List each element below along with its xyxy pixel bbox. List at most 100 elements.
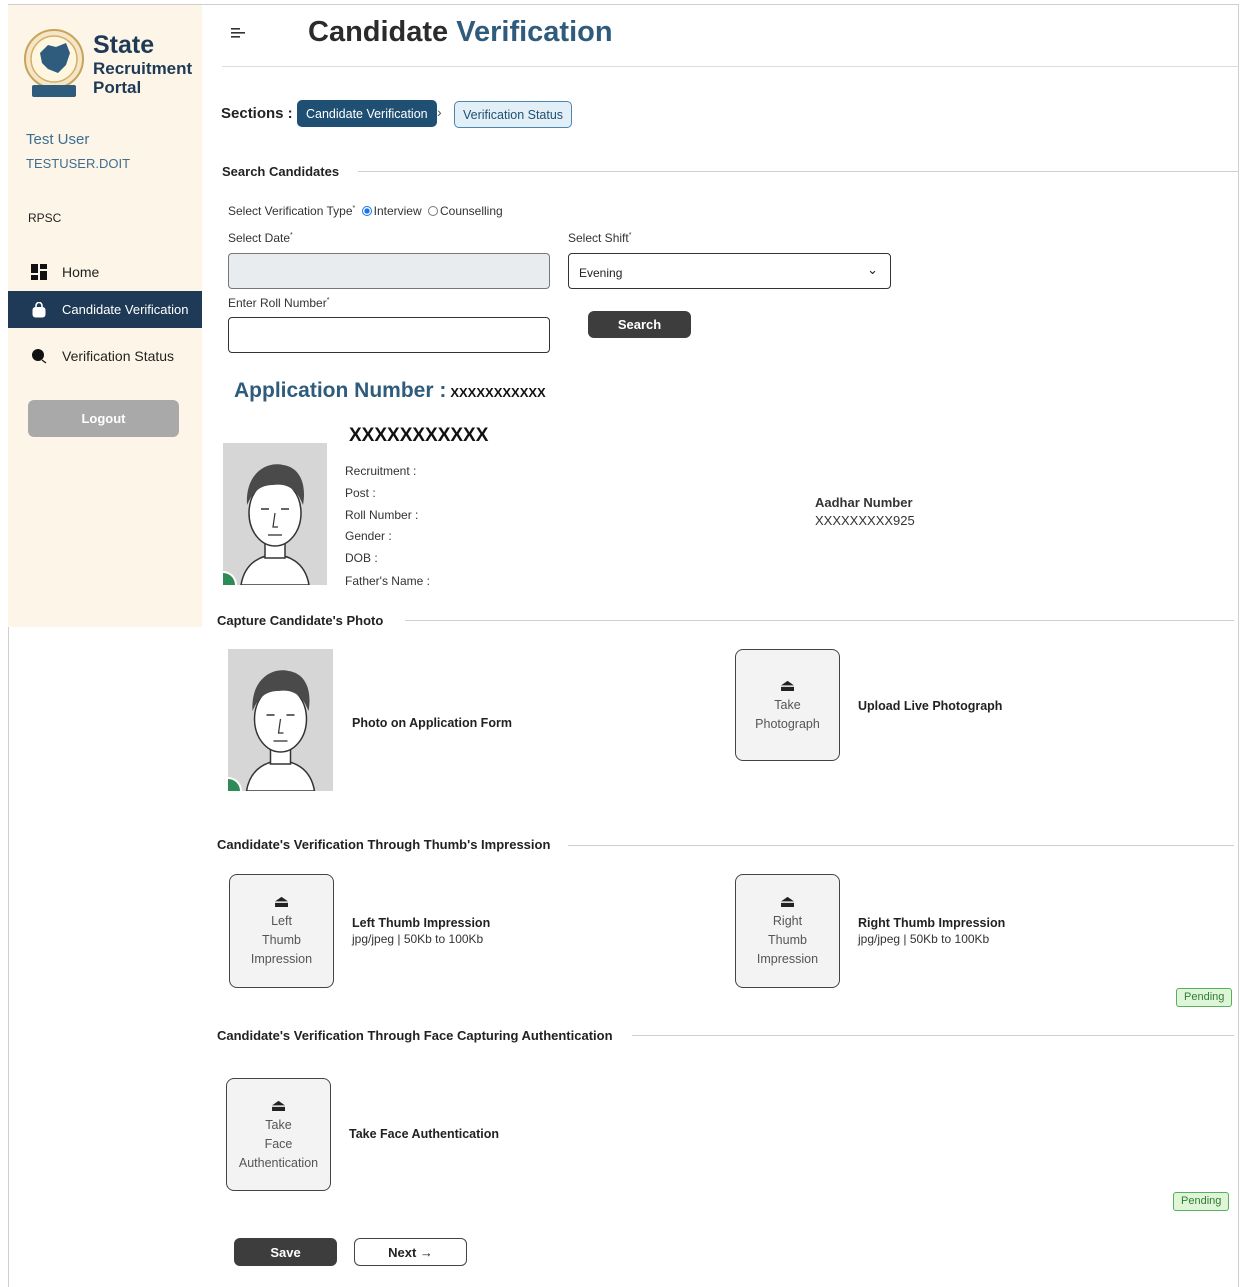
take-face-authentication-button[interactable]: ⏏ Take Face Authentication: [226, 1078, 331, 1191]
option-counselling-label: Counselling: [439, 204, 503, 218]
right-thumb-upload-button[interactable]: ⏏ Right Thumb Impression: [735, 874, 840, 988]
bag-icon: [30, 301, 48, 319]
field-fathers-name: Father's Name :: [345, 574, 430, 588]
right-thumb-line3: Impression: [756, 952, 819, 966]
sidebar-item-label: Verification Status: [62, 347, 175, 364]
left-thumb-format: jpg/jpeg | 50Kb to 100Kb: [352, 932, 484, 946]
take-photograph-button[interactable]: ⏏ Take Photograph: [735, 649, 840, 761]
section-divider: [568, 845, 1234, 846]
upload-live-photo-label: Upload Live Photograph: [858, 699, 1003, 713]
next-button[interactable]: Next →: [354, 1238, 467, 1266]
page-title-part1: Candidate: [308, 16, 449, 48]
brand-line-3: Portal: [93, 78, 142, 97]
field-gender: Gender :: [345, 529, 392, 543]
field-recruitment: Recruitment :: [345, 464, 417, 478]
left-thumb-upload-button[interactable]: ⏏ Left Thumb Impression: [229, 874, 334, 988]
state-emblem-logo: [22, 23, 86, 103]
brand-line-2: Recruitment: [93, 59, 193, 78]
aadhar-value: XXXXXXXXX925: [815, 513, 915, 528]
shift-label: Select Shift: [568, 231, 629, 245]
brand-line-1: State: [93, 31, 155, 59]
application-number-value: XXXXXXXXXXX: [450, 385, 546, 400]
take-photograph-line2: Photograph: [755, 716, 820, 731]
radio-counselling[interactable]: [427, 206, 438, 216]
roll-label-row: Enter Roll Number*: [228, 296, 329, 310]
right-thumb-line1: Right: [772, 914, 803, 928]
verification-type-row: Select Verification Type* Interview Coun…: [228, 204, 503, 218]
face-authentication-label: Take Face Authentication: [349, 1127, 500, 1141]
upload-icon: ⏏: [273, 892, 290, 911]
shift-select-value: Evening: [579, 266, 623, 280]
section-divider: [632, 1035, 1234, 1036]
option-interview-label: Interview: [373, 204, 422, 218]
candidate-name: XXXXXXXXXXX: [349, 425, 489, 446]
left-thumb-line3: Impression: [250, 952, 313, 966]
shift-select[interactable]: Evening ⌄: [568, 253, 891, 289]
verification-type-label: Select Verification Type: [228, 204, 353, 218]
section-tab-verification-status[interactable]: Verification Status: [454, 101, 573, 128]
user-name: Test User: [26, 131, 90, 148]
field-roll-number: Roll Number :: [345, 508, 419, 522]
page-title-part2: Verification: [456, 16, 613, 48]
field-post: Post :: [345, 486, 376, 500]
take-photograph-line1: Take: [774, 697, 801, 712]
application-form-photo: [228, 649, 333, 791]
status-icon: [30, 347, 48, 365]
roll-number-label: Enter Roll Number: [228, 296, 327, 310]
roll-number-input[interactable]: [228, 317, 550, 353]
right-thumb-line2: Thumb: [768, 933, 807, 947]
section-divider: [358, 171, 1239, 172]
right-thumb-format: jpg/jpeg | 50Kb to 100Kb: [858, 932, 990, 946]
dashboard-icon: [30, 263, 48, 281]
brand-title: State Recruitment Portal: [93, 31, 193, 97]
face-button-line2: Face: [264, 1136, 293, 1151]
capture-photo-heading: Capture Candidate's Photo: [217, 613, 384, 628]
save-button[interactable]: Save: [234, 1238, 337, 1266]
upload-icon: ⏏: [270, 1095, 287, 1115]
radio-interview[interactable]: [361, 206, 372, 216]
date-input[interactable]: [228, 253, 550, 289]
date-label: Select Date: [228, 231, 291, 245]
aadhar-label: Aadhar Number: [815, 495, 913, 510]
sidebar-item-home[interactable]: Home: [8, 253, 202, 290]
field-dob: DOB :: [345, 551, 378, 565]
face-verification-heading: Candidate's Verification Through Face Ca…: [217, 1028, 613, 1043]
application-number-label: Application Number :: [234, 379, 447, 402]
section-divider: [405, 620, 1234, 621]
search-button[interactable]: Search: [588, 311, 691, 338]
menu-toggle-icon[interactable]: [231, 25, 245, 42]
sections-label: Sections :: [221, 105, 293, 122]
sidebar-item-candidate-verification[interactable]: Candidate Verification: [8, 291, 202, 328]
upload-icon: ⏏: [779, 675, 796, 695]
logout-button[interactable]: Logout: [28, 400, 179, 437]
page-title: Candidate Verification: [308, 16, 613, 49]
chevron-down-icon: ⌄: [867, 262, 878, 277]
sidebar-item-label: Candidate Verification: [62, 302, 189, 317]
thumb-verification-heading: Candidate's Verification Through Thumb's…: [217, 837, 551, 852]
required-mark: *: [290, 232, 293, 239]
candidate-photo: [223, 443, 327, 585]
sidebar-item-label: Home: [62, 263, 100, 280]
left-thumb-label: Left Thumb Impression: [352, 916, 491, 930]
section-tab-candidate-verification[interactable]: Candidate Verification: [297, 100, 437, 127]
date-label-row: Select Date*: [228, 231, 293, 245]
organization-label: RPSC: [28, 211, 62, 225]
required-mark: *: [352, 205, 356, 212]
left-thumb-line1: Left: [271, 914, 292, 928]
chevron-right-icon: ›: [437, 104, 442, 120]
user-id: TESTUSER.DOIT: [26, 156, 131, 171]
face-button-line1: Take: [265, 1117, 292, 1132]
upload-icon: ⏏: [779, 892, 796, 911]
required-mark: *: [628, 232, 632, 239]
right-thumb-label: Right Thumb Impression: [858, 916, 1006, 930]
sidebar-item-verification-status[interactable]: Verification Status: [8, 337, 202, 374]
thumb-status-badge: Pending: [1176, 988, 1233, 1007]
search-candidates-heading: Search Candidates: [222, 164, 340, 179]
required-mark: *: [326, 297, 330, 304]
title-divider: [222, 66, 1239, 67]
sidebar: State Recruitment Portal Test User TESTU…: [8, 5, 202, 627]
photo-form-caption: Photo on Application Form: [352, 716, 512, 730]
face-button-line3: Authentication: [238, 1155, 319, 1170]
application-number: Application Number : XXXXXXXXXXX: [234, 379, 546, 403]
left-thumb-line2: Thumb: [262, 933, 301, 947]
